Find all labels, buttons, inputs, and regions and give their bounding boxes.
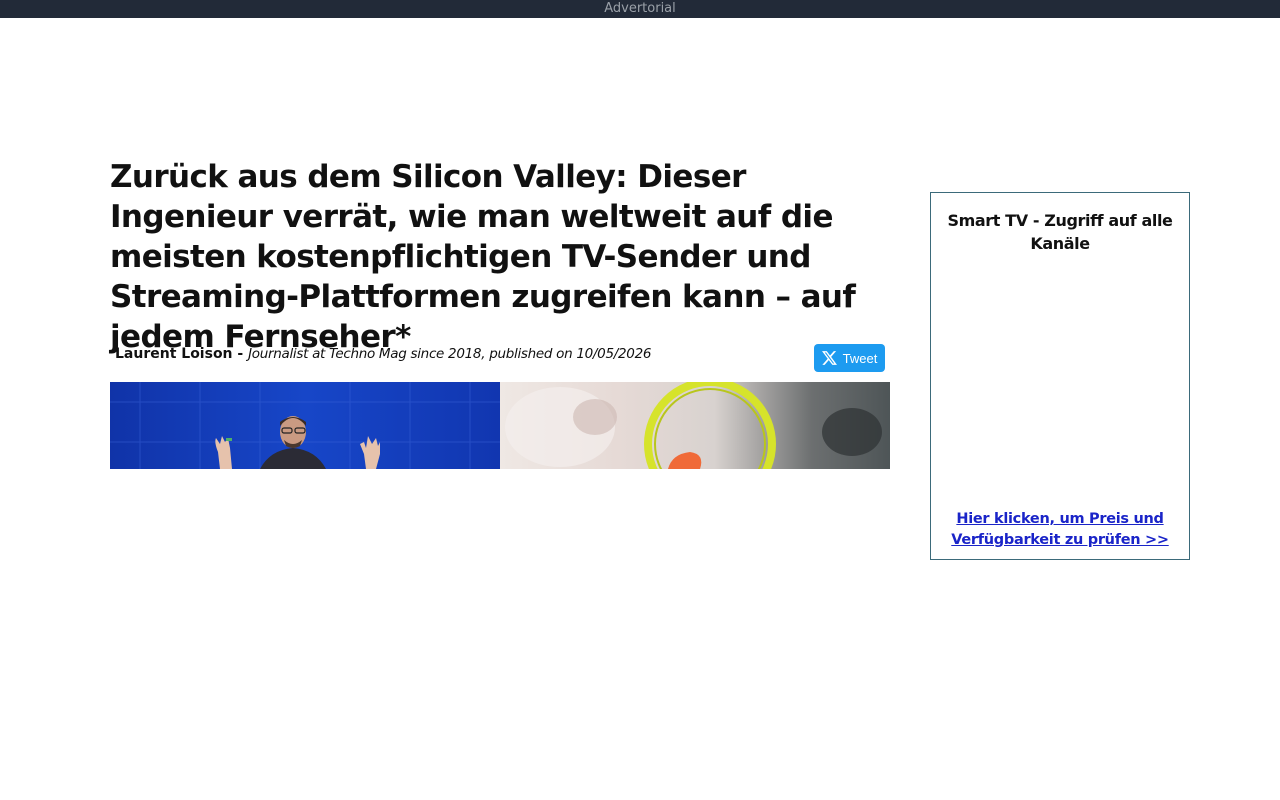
author-name: Laurent Loison — [115, 346, 233, 362]
article-headline: Zurück aus dem Silicon Valley: Dieser In… — [110, 159, 856, 355]
author-info: Journalist at Techno Mag since 2018, pub… — [248, 346, 652, 362]
tweet-button[interactable]: Tweet — [814, 344, 885, 372]
hero-image — [110, 382, 890, 469]
sidebar-ad: Smart TV - Zugriff auf alle Kanäle Hier … — [930, 192, 1190, 560]
tweet-label: Tweet — [842, 350, 878, 366]
advertorial-label: Advertorial — [604, 1, 676, 16]
hero-image-device — [500, 382, 890, 469]
byline: Laurent Loison - Journalist at Techno Ma… — [115, 344, 805, 364]
hero-image-presenter — [110, 382, 500, 469]
byline-separator: - — [232, 346, 249, 362]
x-logo-icon — [821, 351, 837, 365]
sidebar-title: Smart TV - Zugriff auf alle Kanäle — [947, 211, 1173, 253]
sidebar-cta-link[interactable]: Hier klicken, um Preis und Verfügbarkeit… — [931, 509, 1189, 551]
advertorial-bar: Advertorial — [0, 0, 1280, 18]
